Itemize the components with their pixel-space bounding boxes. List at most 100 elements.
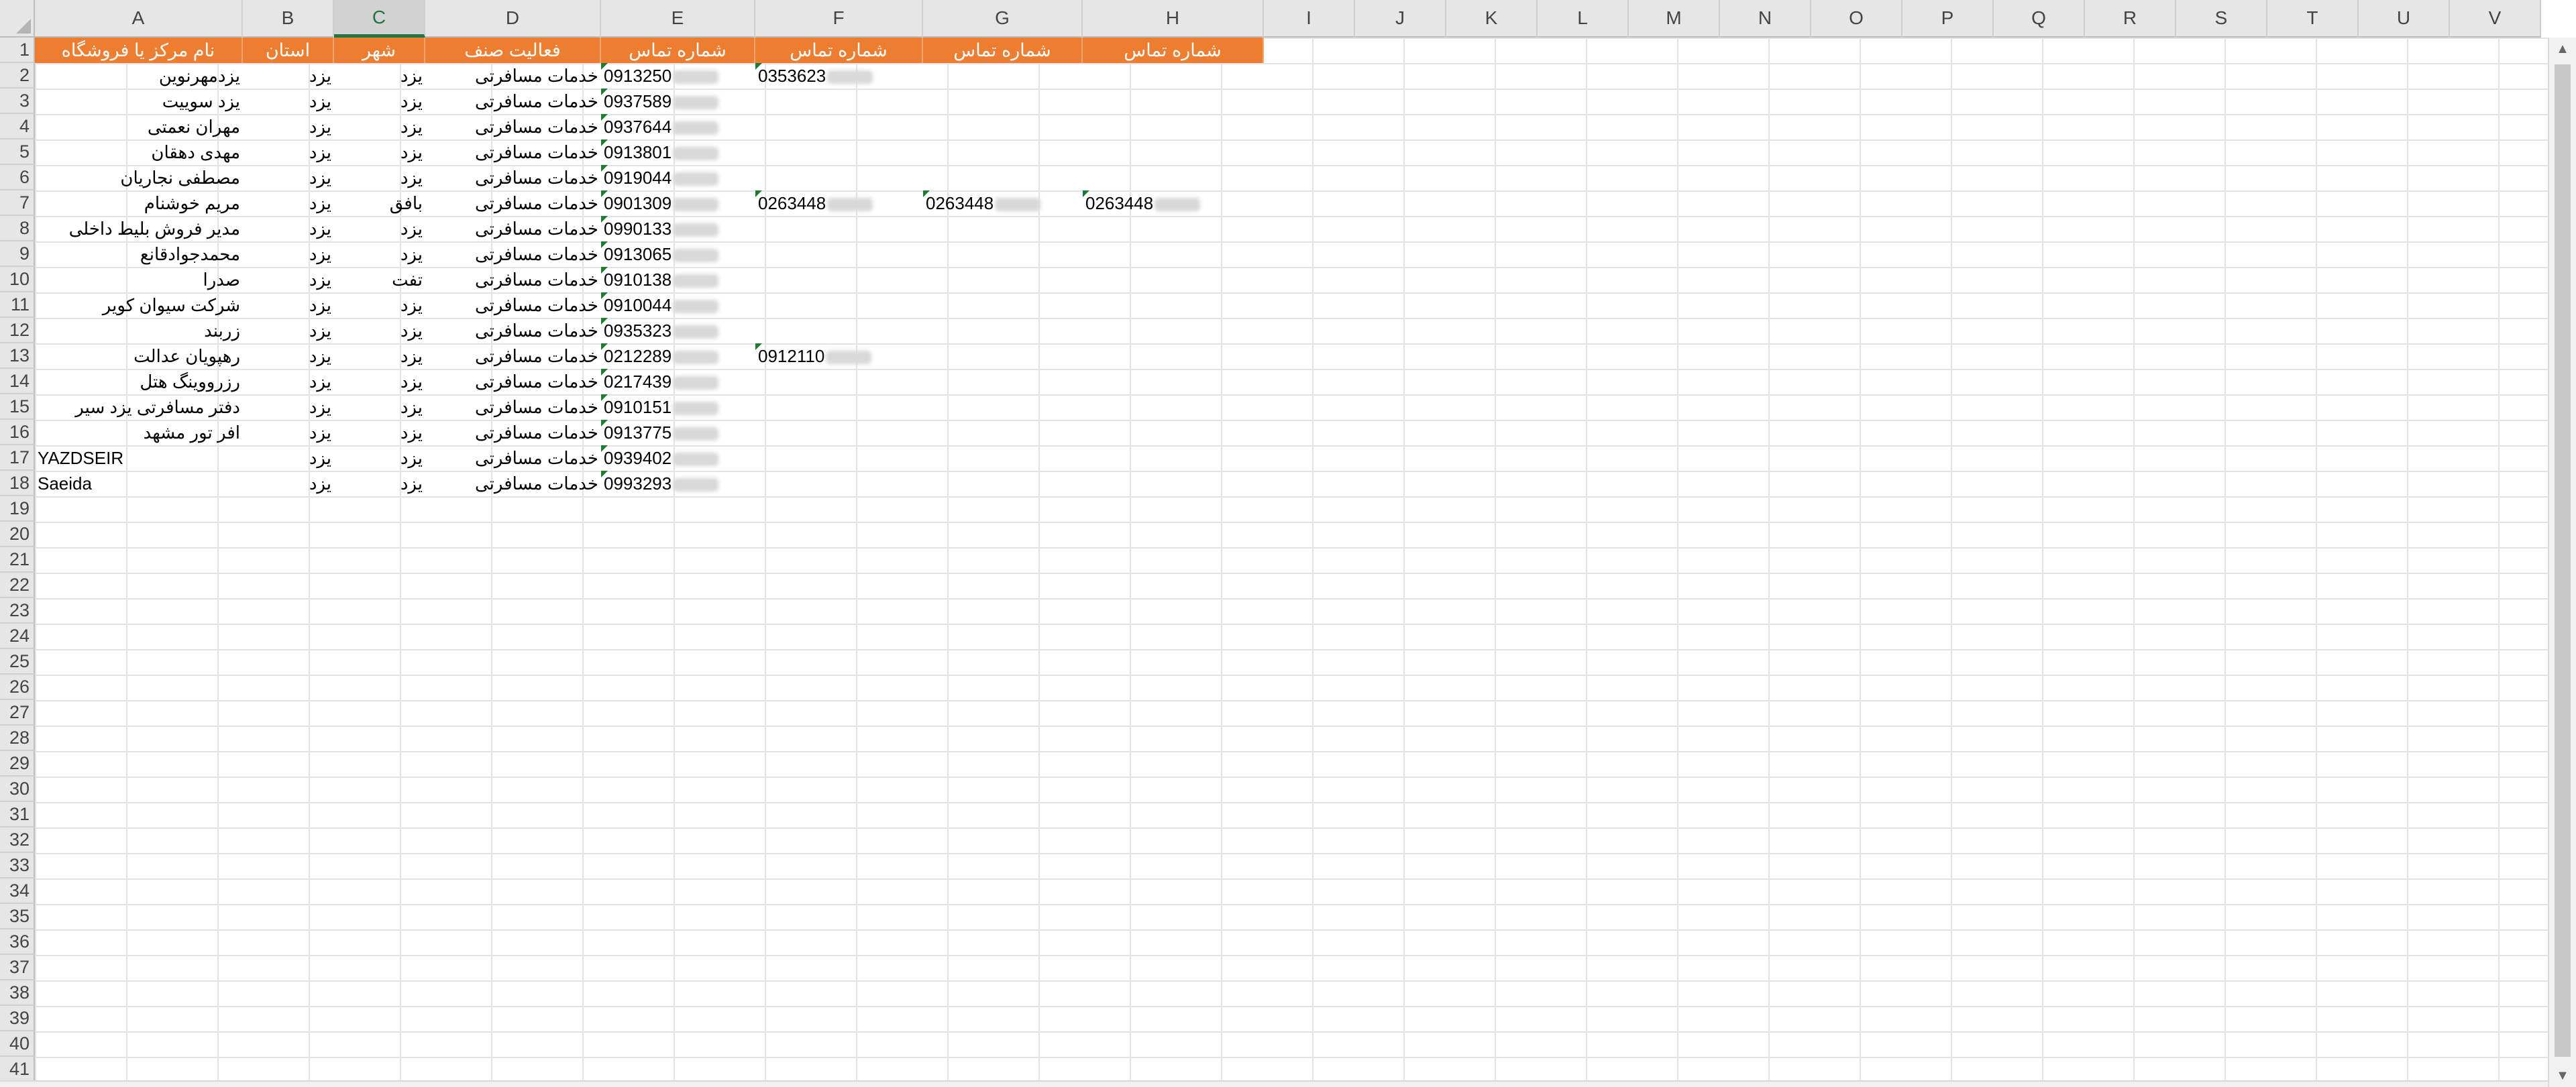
cell-phone1[interactable]: 0913775 bbox=[601, 420, 755, 445]
cell-city[interactable]: یزد bbox=[334, 394, 425, 420]
row-header-11[interactable]: 11 bbox=[0, 292, 35, 318]
row-header-26[interactable]: 26 bbox=[0, 675, 35, 700]
cell-city[interactable]: یزد bbox=[334, 292, 425, 318]
cell-city[interactable]: یزد bbox=[334, 139, 425, 165]
column-header-g[interactable]: G bbox=[923, 0, 1083, 38]
row-header-6[interactable]: 6 bbox=[0, 165, 35, 190]
column-header-v[interactable]: V bbox=[2450, 0, 2541, 38]
scroll-down-arrow-icon[interactable]: ▼ bbox=[2549, 1064, 2576, 1087]
row-header-13[interactable]: 13 bbox=[0, 343, 35, 369]
header-cell-phone2[interactable]: شماره تماس bbox=[755, 38, 923, 63]
cell-activity[interactable]: خدمات مسافرتی bbox=[425, 190, 601, 216]
cell-province[interactable]: یزد bbox=[243, 471, 334, 496]
cell-name[interactable]: محمدجوادقانع bbox=[35, 241, 243, 267]
cell-phone2[interactable]: 0353623 bbox=[755, 63, 923, 89]
column-header-n[interactable]: N bbox=[1720, 0, 1811, 38]
row-header-33[interactable]: 33 bbox=[0, 853, 35, 878]
row-header-23[interactable]: 23 bbox=[0, 598, 35, 624]
cell-phone4[interactable]: 0263448 bbox=[1083, 190, 1264, 216]
cell-province[interactable]: یزد bbox=[243, 89, 334, 114]
header-cell-city[interactable]: شهر bbox=[334, 38, 425, 63]
cell-name[interactable]: رزرووینگ هتل bbox=[35, 369, 243, 394]
cell-activity[interactable]: خدمات مسافرتی bbox=[425, 89, 601, 114]
column-header-l[interactable]: L bbox=[1538, 0, 1629, 38]
row-header-41[interactable]: 41 bbox=[0, 1057, 35, 1082]
row-header-19[interactable]: 19 bbox=[0, 496, 35, 522]
row-header-40[interactable]: 40 bbox=[0, 1031, 35, 1057]
cell-activity[interactable]: خدمات مسافرتی bbox=[425, 471, 601, 496]
row-header-37[interactable]: 37 bbox=[0, 955, 35, 980]
row-header-31[interactable]: 31 bbox=[0, 802, 35, 827]
cell-province[interactable]: یزد bbox=[243, 63, 334, 89]
column-header-h[interactable]: H bbox=[1083, 0, 1264, 38]
cell-city[interactable]: تفت bbox=[334, 267, 425, 292]
cell-province[interactable]: یزد bbox=[243, 267, 334, 292]
vertical-scrollbar[interactable]: ▲ ▼ bbox=[2548, 38, 2576, 1087]
scroll-thumb[interactable] bbox=[2555, 64, 2571, 1057]
cell-phone2[interactable]: 0263448 bbox=[755, 190, 923, 216]
cell-name[interactable]: افر تور مشهد bbox=[35, 420, 243, 445]
cell-phone1[interactable]: 0993293 bbox=[601, 471, 755, 496]
row-header-29[interactable]: 29 bbox=[0, 751, 35, 777]
cell-province[interactable]: یزد bbox=[243, 394, 334, 420]
cell-activity[interactable]: خدمات مسافرتی bbox=[425, 343, 601, 369]
row-header-35[interactable]: 35 bbox=[0, 904, 35, 929]
row-header-17[interactable]: 17 bbox=[0, 445, 35, 471]
cell-province[interactable]: یزد bbox=[243, 165, 334, 190]
row-header-20[interactable]: 20 bbox=[0, 522, 35, 547]
row-header-39[interactable]: 39 bbox=[0, 1006, 35, 1031]
horizontal-scrollbar[interactable] bbox=[0, 1080, 2548, 1087]
cell-city[interactable]: یزد bbox=[334, 63, 425, 89]
cell-phone1[interactable]: 0913250 bbox=[601, 63, 755, 89]
cell-phone1[interactable]: 0937589 bbox=[601, 89, 755, 114]
column-header-t[interactable]: T bbox=[2267, 0, 2359, 38]
header-cell-phone4[interactable]: شماره تماس bbox=[1083, 38, 1264, 63]
cell-phone1[interactable]: 0212289 bbox=[601, 343, 755, 369]
cell-phone1[interactable]: 0919044 bbox=[601, 165, 755, 190]
select-all-button[interactable] bbox=[0, 0, 35, 38]
row-header-34[interactable]: 34 bbox=[0, 878, 35, 904]
column-header-k[interactable]: K bbox=[1446, 0, 1538, 38]
cell-name[interactable]: رهپویان عدالت bbox=[35, 343, 243, 369]
cell-name[interactable]: مهدی دهقان bbox=[35, 139, 243, 165]
row-header-2[interactable]: 2 bbox=[0, 63, 35, 89]
row-header-36[interactable]: 36 bbox=[0, 929, 35, 955]
row-header-30[interactable]: 30 bbox=[0, 777, 35, 802]
column-header-o[interactable]: O bbox=[1811, 0, 1902, 38]
cell-activity[interactable]: خدمات مسافرتی bbox=[425, 63, 601, 89]
cell-activity[interactable]: خدمات مسافرتی bbox=[425, 241, 601, 267]
column-header-i[interactable]: I bbox=[1264, 0, 1355, 38]
cell-province[interactable]: یزد bbox=[243, 292, 334, 318]
row-header-16[interactable]: 16 bbox=[0, 420, 35, 445]
cell-activity[interactable]: خدمات مسافرتی bbox=[425, 318, 601, 343]
cell-name[interactable]: شرکت سیوان کویر bbox=[35, 292, 243, 318]
cell-city[interactable]: یزد bbox=[334, 241, 425, 267]
cell-phone1[interactable]: 0217439 bbox=[601, 369, 755, 394]
cell-name[interactable]: زربند bbox=[35, 318, 243, 343]
row-header-10[interactable]: 10 bbox=[0, 267, 35, 292]
cell-province[interactable]: یزد bbox=[243, 420, 334, 445]
header-cell-activity[interactable]: فعالیت صنف bbox=[425, 38, 601, 63]
row-header-12[interactable]: 12 bbox=[0, 318, 35, 343]
row-header-1[interactable]: 1 bbox=[0, 38, 35, 63]
cell-name[interactable]: مدیر فروش بلیط داخلی bbox=[35, 216, 243, 241]
column-header-m[interactable]: M bbox=[1629, 0, 1720, 38]
row-header-14[interactable]: 14 bbox=[0, 369, 35, 394]
cell-activity[interactable]: خدمات مسافرتی bbox=[425, 445, 601, 471]
row-header-8[interactable]: 8 bbox=[0, 216, 35, 241]
row-header-25[interactable]: 25 bbox=[0, 649, 35, 675]
cell-name[interactable]: صدرا bbox=[35, 267, 243, 292]
cell-phone1[interactable]: 0910138 bbox=[601, 267, 755, 292]
column-header-p[interactable]: P bbox=[1902, 0, 1994, 38]
row-header-28[interactable]: 28 bbox=[0, 726, 35, 751]
cell-phone2[interactable]: 0912110 bbox=[755, 343, 923, 369]
column-header-f[interactable]: F bbox=[755, 0, 923, 38]
column-header-u[interactable]: U bbox=[2359, 0, 2450, 38]
column-header-j[interactable]: J bbox=[1355, 0, 1446, 38]
cell-city[interactable]: یزد bbox=[334, 165, 425, 190]
cell-province[interactable]: یزد bbox=[243, 318, 334, 343]
cell-name[interactable]: یزدمهرنوین bbox=[35, 63, 243, 89]
header-cell-phone3[interactable]: شماره تماس bbox=[923, 38, 1083, 63]
cell-province[interactable]: یزد bbox=[243, 445, 334, 471]
cell-activity[interactable]: خدمات مسافرتی bbox=[425, 139, 601, 165]
